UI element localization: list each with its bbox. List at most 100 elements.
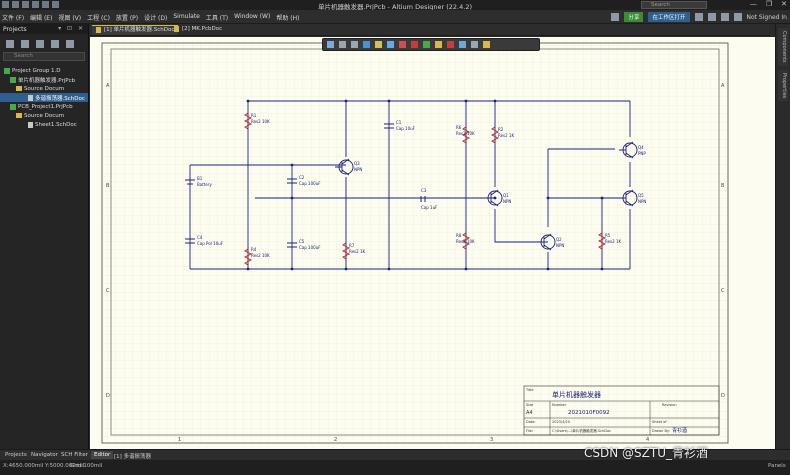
svg-text:Res2 10K: Res2 10K [251,119,270,124]
project-icon [10,76,16,83]
projects-search-input[interactable]: Search [3,52,85,61]
arc-icon[interactable] [471,41,478,48]
row-label-b-right: B [721,183,725,189]
home-icon[interactable] [694,13,703,21]
menu-item[interactable]: 设计 (D) [144,13,167,22]
close-button[interactable]: ✕ [781,0,787,8]
power-port-icon[interactable] [399,41,406,48]
harness-icon[interactable] [435,41,442,48]
tab-schematic[interactable]: [1] 单片机器触发器.SchDoc [92,25,179,35]
bottom-tab-projects[interactable]: Projects [2,451,30,459]
menu-item[interactable]: Simulate [173,13,200,22]
svg-text:B1: B1 [197,176,203,181]
gear-icon[interactable] [66,40,74,48]
svg-text:Q1: Q1 [503,193,509,198]
tree-item[interactable]: Source Docum [0,84,88,93]
shape-icon[interactable] [483,41,490,48]
svg-text:Cap 1uF: Cap 1uF [421,205,438,210]
tree-item[interactable]: Project Group 1.D [0,66,88,75]
svg-text:R8: R8 [456,233,462,238]
menu-item[interactable]: 视图 (V) [58,13,81,22]
user-icon[interactable] [733,13,742,21]
tree-item[interactable]: 多谐振荡器.SchDoc [0,93,88,102]
row-label-a-right: A [721,83,725,89]
open-project-icon[interactable] [36,40,44,48]
share-button[interactable]: 分享 [624,12,644,22]
align-icon[interactable] [351,41,358,48]
text-icon[interactable] [459,41,466,48]
directive-icon[interactable] [447,41,454,48]
tree-item[interactable]: Source Docum [0,111,88,120]
svg-text:Date:: Date: [526,420,536,424]
tree-item[interactable]: Sheet1.SchDoc [0,120,88,129]
svg-text:Cap 100uF: Cap 100uF [299,181,321,186]
svg-text:Cap 10uF: Cap 10uF [396,126,416,131]
active-bar-toolbar [322,38,540,51]
watermark: CSDN @SZTU_青衫酒 [584,446,708,460]
col-label-1: 1 [178,437,181,443]
panels-button[interactable]: Panels [768,463,786,469]
schematic-sheet[interactable]: A B C D A B C D 1 2 3 4 R1Res2 10K R2Res… [90,37,775,449]
tree-item-label: Sheet1.SchDoc [35,121,77,128]
user-label[interactable]: Not Signed In [747,14,788,21]
open-workspace-button[interactable]: 在工作区打开 [648,12,690,22]
filter-icon[interactable] [327,41,334,48]
col-label-4: 4 [646,437,649,443]
save-project-icon[interactable] [6,40,14,48]
project-tree: Project Group 1.D 单片机器触发器.PrjPcb Source Do… [0,66,88,129]
menu-item[interactable]: Window (W) [234,13,270,22]
panel-controls[interactable]: ▾ ⊡ ✕ [58,25,85,32]
minimize-button[interactable]: — [750,0,757,8]
title-bar: 单片机器触发器.PrjPcb - Altium Designer (22.4.2… [0,0,790,11]
row-label-d: D [106,393,110,399]
tree-item-label: Project Group 1.D [12,67,61,74]
menubar-right: 分享 在工作区打开 Not Signed In [611,12,787,22]
svg-text:Res2 1K: Res2 1K [498,133,515,138]
bottom-tab-sch-filter[interactable]: SCH Filter [58,451,91,459]
tab-label: [1] 单片机器触发器.SchDoc [104,27,175,33]
net-label-icon[interactable] [387,41,394,48]
svg-text:A4: A4 [526,410,533,416]
global-search-input[interactable]: Search [641,1,707,9]
move-icon[interactable] [339,41,346,48]
schematic-canvas[interactable]: A B C D A B C D 1 2 3 4 R1 Res2 10K R2 R… [90,37,775,449]
svg-text:C:\Users\...\单片机器触发器.SchDoc: C:\Users\...\单片机器触发器.SchDoc [552,428,611,433]
menu-item[interactable]: 帮助 (H) [276,13,299,22]
menu-item[interactable]: 工程 (C) [87,13,110,22]
menu-item[interactable]: 放置 (P) [116,13,138,22]
svg-text:R7: R7 [349,243,355,248]
menu-item[interactable]: 工具 (T) [206,13,228,22]
svg-text:Cap Pol 10uF: Cap Pol 10uF [197,241,224,246]
svg-text:NPN: NPN [503,199,511,204]
svg-text:C3: C3 [421,188,427,193]
project-icon [10,103,16,110]
tree-item[interactable]: PCB_Project1.PrjPcb [0,102,88,111]
menu-item[interactable]: 编辑 (E) [30,13,52,22]
bus-icon[interactable] [375,41,382,48]
tab-pcb[interactable]: [2] MK.PcbDoc [170,25,226,35]
wire-icon[interactable] [363,41,370,48]
svg-text:Res2 10K: Res2 10K [251,253,270,258]
svg-text:2023/4/20: 2023/4/20 [552,420,570,424]
gear-icon[interactable] [707,13,716,21]
tree-item[interactable]: 单片机器触发器.PrjPcb [0,75,88,84]
gnd-icon[interactable] [411,41,418,48]
schematic-doc-icon [96,26,101,33]
port-icon[interactable] [423,41,430,48]
bottom-tab-navigator[interactable]: Navigator [28,451,61,459]
row-label-a: A [106,83,110,89]
menu-item[interactable]: 文件 (F) [2,13,24,22]
tree-item-label: 多谐振荡器.SchDoc [35,95,85,102]
tree-item-label: Source Docum [24,112,65,119]
bottom-tab-editor[interactable]: Editor [91,451,114,459]
maximize-button[interactable]: ❐ [766,0,772,8]
open-document-icon[interactable] [21,40,29,48]
bell-icon[interactable] [720,13,729,21]
sidebar-tab-components[interactable]: Components [778,28,788,66]
notification-icon[interactable] [611,13,620,21]
row-label-c-right: C [721,288,725,294]
sidebar-tab-properties[interactable]: Properties [778,70,788,102]
project-icon [4,67,10,74]
grid-size: Grid:100mil [70,463,103,469]
compile-icon[interactable] [51,40,59,48]
